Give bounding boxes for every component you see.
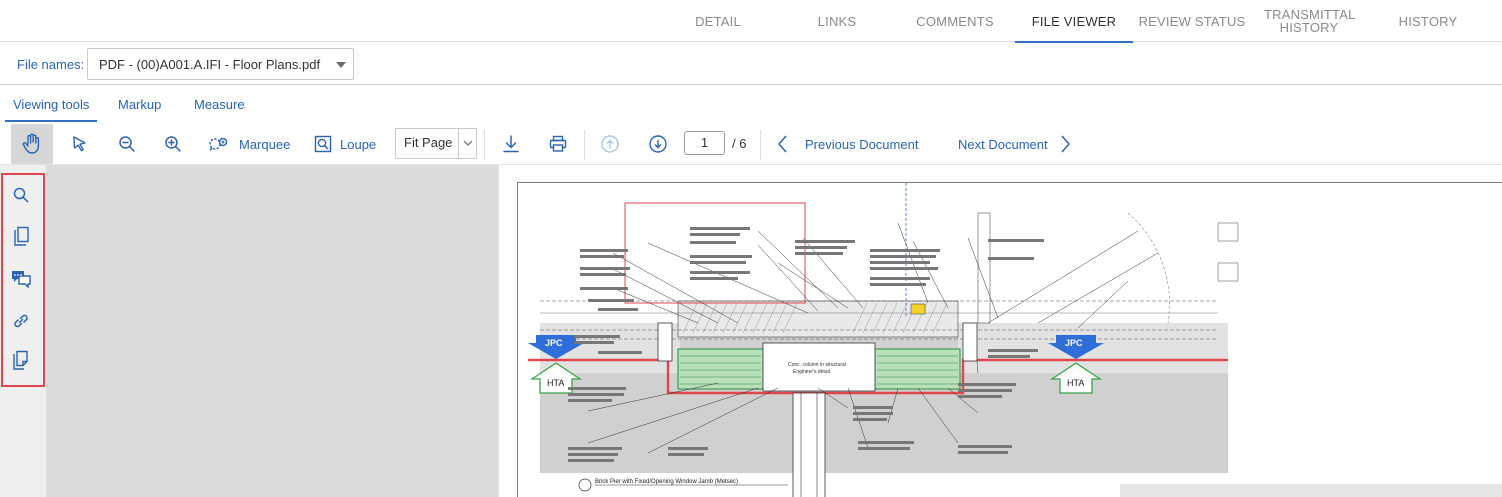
comments-panel-button[interactable] bbox=[9, 266, 33, 290]
loupe-icon bbox=[314, 135, 332, 153]
file-names-label: File names: bbox=[17, 57, 85, 72]
marquee-label: Marquee bbox=[239, 136, 291, 152]
file-names-dropdown[interactable]: PDF - (00)A001.A.IFI - Floor Plans.pdf bbox=[87, 48, 354, 80]
marquee-zoom-icon bbox=[209, 137, 228, 151]
hand-icon bbox=[22, 133, 40, 154]
tab-viewing-tools[interactable]: Viewing tools bbox=[4, 86, 98, 122]
tab-label: TRANSMITTAL HISTORY bbox=[1264, 7, 1356, 35]
tab-detail[interactable]: DETAIL bbox=[668, 0, 768, 42]
download-button[interactable] bbox=[497, 124, 525, 164]
file-names-row: File names: PDF - (00)A001.A.IFI - Floor… bbox=[0, 42, 1502, 85]
tab-transmittal-history[interactable]: TRANSMITTAL HISTORY bbox=[1259, 0, 1359, 42]
tab-label: Viewing tools bbox=[13, 96, 90, 112]
drawing-page: Conc. column in structural Engineer's de… bbox=[517, 182, 1502, 497]
hta-label: HTA bbox=[1067, 378, 1084, 388]
link-icon bbox=[14, 314, 28, 328]
marquee-tool-button[interactable]: Marquee bbox=[207, 124, 297, 164]
viewer-tab-bar: Viewing tools Markup Measure bbox=[0, 86, 1502, 122]
tab-comments[interactable]: COMMENTS bbox=[905, 0, 1005, 42]
tab-measure[interactable]: Measure bbox=[194, 86, 245, 122]
toolbar-divider bbox=[584, 130, 585, 160]
tab-label: Measure bbox=[194, 96, 245, 112]
tab-review-status[interactable]: REVIEW STATUS bbox=[1138, 0, 1246, 42]
file-names-selected: PDF - (00)A001.A.IFI - Floor Plans.pdf bbox=[99, 57, 321, 72]
horizontal-scrollbar[interactable] bbox=[1120, 484, 1502, 497]
print-button[interactable] bbox=[544, 124, 572, 164]
document-copy-icon bbox=[13, 350, 28, 370]
comments-icon bbox=[12, 271, 31, 288]
pan-tool-button[interactable] bbox=[11, 124, 53, 164]
tab-label: FILE VIEWER bbox=[1031, 13, 1117, 29]
links-panel-button[interactable] bbox=[9, 309, 33, 333]
previous-document-button[interactable]: Previous Document bbox=[776, 124, 926, 164]
next-page-button[interactable] bbox=[644, 124, 672, 164]
chevron-left-icon bbox=[778, 135, 787, 153]
arrow-up-circle-icon bbox=[601, 135, 619, 153]
toolbar-divider bbox=[760, 130, 761, 160]
chevron-right-icon bbox=[1061, 135, 1070, 153]
svg-text:Conc. column in structural: Conc. column in structural bbox=[788, 362, 846, 368]
previous-page-button[interactable] bbox=[596, 124, 624, 164]
drawing-caption: Brick Pier with Fixed/Opening Window Jam… bbox=[595, 479, 738, 485]
printer-icon bbox=[549, 135, 567, 152]
tab-markup[interactable]: Markup bbox=[118, 86, 161, 122]
previous-document-label: Previous Document bbox=[805, 136, 919, 152]
floor-plan-drawing: Conc. column in structural Engineer's de… bbox=[528, 183, 1239, 497]
pointer-icon bbox=[73, 136, 86, 152]
next-document-label: Next Document bbox=[958, 136, 1048, 152]
loupe-label: Loupe bbox=[340, 136, 377, 152]
pages-icon bbox=[14, 226, 29, 246]
tab-file-viewer[interactable]: FILE VIEWER bbox=[1015, 0, 1133, 43]
fit-mode-dropdown[interactable]: Fit Page bbox=[395, 128, 477, 159]
fit-mode-arrow bbox=[458, 129, 476, 158]
tab-label: REVIEW STATUS bbox=[1138, 13, 1246, 29]
tab-history[interactable]: HISTORY bbox=[1378, 0, 1478, 42]
side-panel-content bbox=[46, 165, 499, 497]
pages-panel-button[interactable] bbox=[9, 225, 33, 249]
page-total: / 6 bbox=[732, 136, 747, 151]
jpc-label: JPC bbox=[545, 338, 563, 348]
svg-text:Engineer's detail.: Engineer's detail. bbox=[793, 369, 831, 375]
search-icon bbox=[13, 187, 29, 203]
select-tool-button[interactable] bbox=[66, 124, 94, 164]
tab-label: DETAIL bbox=[695, 13, 741, 29]
tab-label: HISTORY bbox=[1398, 13, 1458, 29]
tab-label: Markup bbox=[118, 96, 162, 112]
document-copy-panel-button[interactable] bbox=[9, 349, 33, 373]
next-document-button[interactable]: Next Document bbox=[958, 124, 1078, 164]
top-tab-bar: DETAIL LINKS COMMENTS FILE VIEWER REVIEW… bbox=[0, 0, 1502, 43]
arrow-down-circle-icon bbox=[649, 135, 667, 153]
zoom-in-icon bbox=[165, 136, 181, 152]
viewer-toolbar: Marquee Loupe Fit Page 1 / 6 Previous Do… bbox=[0, 122, 1502, 165]
tab-label: LINKS bbox=[817, 13, 857, 29]
search-panel-button[interactable] bbox=[9, 183, 33, 207]
download-icon bbox=[503, 135, 519, 153]
tab-links[interactable]: LINKS bbox=[787, 0, 887, 42]
jpc-label: JPC bbox=[1065, 338, 1083, 348]
zoom-out-button[interactable] bbox=[113, 124, 141, 164]
fit-mode-value: Fit Page bbox=[404, 135, 453, 150]
loupe-tool-button[interactable]: Loupe bbox=[314, 124, 386, 164]
zoom-in-button[interactable] bbox=[159, 124, 187, 164]
tab-label: COMMENTS bbox=[916, 13, 994, 29]
toolbar-divider bbox=[484, 130, 485, 160]
zoom-out-icon bbox=[119, 136, 135, 152]
chevron-down-icon bbox=[463, 140, 473, 146]
hta-label: HTA bbox=[547, 378, 564, 388]
page-number-input[interactable]: 1 bbox=[684, 131, 725, 155]
caret-down-icon bbox=[336, 62, 346, 68]
file-viewer-app: { "top_tabs": [ {"label": "DETAIL"}, {"l… bbox=[0, 0, 1502, 497]
